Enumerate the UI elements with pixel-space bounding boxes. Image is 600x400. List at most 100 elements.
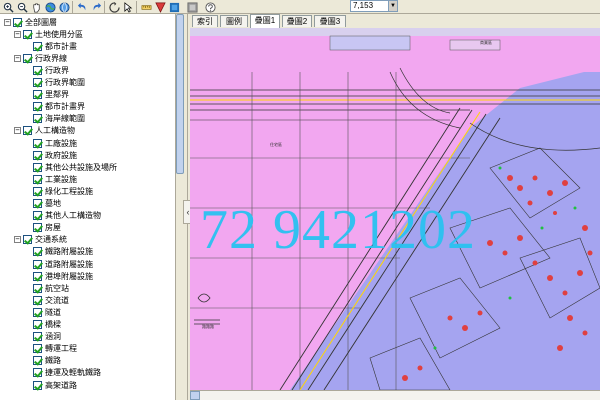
layer-checkbox[interactable] — [33, 102, 42, 112]
layer-checkbox[interactable] — [33, 283, 42, 293]
layer-checkbox[interactable] — [33, 307, 42, 317]
layer-tree-item[interactable]: 工廠設施 — [24, 137, 77, 149]
scroll-left-arrow[interactable] — [190, 391, 200, 400]
layer-tree-item[interactable]: 綠化工程設施 — [24, 185, 93, 197]
identify-icon[interactable] — [168, 1, 180, 13]
undo-icon[interactable] — [76, 1, 88, 13]
map-hscrollbar[interactable] — [190, 390, 600, 400]
layer-checkbox[interactable] — [33, 295, 42, 305]
layer-tree-item[interactable]: − 人工構造物 — [14, 125, 75, 137]
layer-checkbox[interactable] — [33, 199, 42, 208]
layer-checkbox[interactable] — [33, 223, 42, 233]
redo-icon[interactable] — [90, 1, 102, 13]
expand-toggle-icon[interactable]: − — [14, 54, 21, 62]
layers-icon[interactable] — [154, 1, 166, 13]
layer-tree-item[interactable]: 鐵路附屬設施 — [24, 246, 93, 258]
refresh-icon[interactable] — [108, 1, 120, 13]
layer-tree-item[interactable]: 墓地 — [24, 198, 61, 210]
layer-tree-item[interactable]: 都市計畫 — [24, 40, 77, 52]
layer-checkbox[interactable] — [23, 126, 32, 136]
layer-checkbox[interactable] — [23, 29, 32, 39]
layer-tree-item[interactable]: 高架道路 — [24, 379, 77, 391]
layer-checkbox[interactable] — [33, 380, 42, 390]
layer-tree-item[interactable]: − 交通系統 — [14, 234, 67, 246]
chevron-down-icon[interactable]: ▼ — [388, 1, 397, 11]
globe-blue-icon[interactable] — [58, 1, 70, 13]
layer-label: 政府設施 — [45, 150, 77, 160]
tree-scrollbar-thumb[interactable] — [176, 14, 184, 174]
layer-tree-item[interactable]: 工業設施 — [24, 173, 77, 185]
layer-checkbox[interactable] — [33, 332, 42, 342]
expand-toggle-icon[interactable]: − — [14, 30, 21, 38]
layer-tree-item[interactable]: − 全部圖層 — [4, 16, 57, 28]
layer-checkbox[interactable] — [33, 211, 42, 221]
scale-dropdown[interactable]: 7,153 ▼ — [350, 0, 398, 12]
land-label-1: 住宅區 — [270, 141, 282, 147]
layer-tree-item[interactable]: 行政界範圍 — [24, 77, 85, 89]
layer-tree-item[interactable]: 都市計畫界 — [24, 101, 85, 113]
layer-checkbox[interactable] — [23, 235, 32, 245]
map-canvas[interactable]: 住宅區 商業區 路路路 72 9421202 — [190, 28, 600, 390]
layer-tree-item[interactable]: 海岸線範圍 — [24, 113, 85, 125]
tab-overlay-3[interactable]: 疊圖3 — [314, 15, 346, 27]
zoom-out-icon[interactable] — [16, 1, 28, 13]
layer-label: 鐵路附屬設施 — [45, 247, 93, 257]
layer-tree-item[interactable]: 航空站 — [24, 282, 69, 294]
layer-tree-item[interactable]: 轉運工程 — [24, 343, 77, 355]
tab-legend[interactable]: 圖例 — [220, 15, 248, 27]
layer-tree-item[interactable]: 橋樑 — [24, 319, 61, 331]
layer-tree-item[interactable]: 政府設施 — [24, 149, 77, 161]
layer-tree-item[interactable]: 道路附屬設施 — [24, 258, 93, 270]
layer-tree-item[interactable]: 房屋 — [24, 222, 61, 234]
select-icon[interactable] — [122, 1, 134, 13]
tab-overlay-1[interactable]: 疊圖1 — [250, 14, 280, 28]
layer-checkbox[interactable] — [33, 150, 42, 160]
expand-toggle-icon[interactable]: − — [14, 127, 21, 135]
layer-checkbox[interactable] — [33, 41, 42, 51]
layer-checkbox[interactable] — [33, 356, 42, 366]
layer-tree-item[interactable]: 捷運及輕軌鐵路 — [24, 367, 101, 379]
tab-index[interactable]: 索引 — [192, 15, 218, 27]
layer-label: 全部圖層 — [25, 17, 57, 27]
layer-tree-item[interactable]: 隧道 — [24, 306, 61, 318]
layer-tree-item[interactable]: 涵洞 — [24, 331, 61, 343]
pan-icon[interactable] — [30, 1, 42, 13]
layer-tree-item[interactable]: 其他人工構造物 — [24, 210, 101, 222]
layer-checkbox[interactable] — [33, 186, 42, 196]
layer-checkbox[interactable] — [33, 65, 42, 75]
layer-tree-item[interactable]: − 土地使用分區 — [14, 28, 83, 40]
layer-label: 行政界範圍 — [45, 78, 85, 87]
layer-tree-item[interactable]: − 行政界線 — [14, 52, 67, 64]
road-label: 路路路 — [202, 323, 214, 329]
layer-checkbox[interactable] — [33, 114, 42, 124]
layer-checkbox[interactable] — [33, 259, 42, 269]
layer-tree-item[interactable]: 里鄰界 — [24, 89, 69, 101]
layer-tree-item[interactable]: 行政界 — [24, 64, 69, 76]
layer-checkbox[interactable] — [33, 344, 42, 354]
tree-scrollbar[interactable] — [176, 14, 184, 184]
layer-checkbox[interactable] — [33, 320, 42, 329]
globe-icon[interactable] — [44, 1, 56, 13]
layer-checkbox[interactable] — [33, 247, 42, 257]
layer-checkbox[interactable] — [33, 90, 42, 100]
layer-checkbox[interactable] — [23, 53, 32, 63]
layer-tree-item[interactable]: 港埠附屬設施 — [24, 270, 93, 282]
layer-checkbox[interactable] — [13, 17, 22, 27]
zoom-in-icon[interactable] — [2, 1, 14, 13]
expand-toggle-icon[interactable]: − — [14, 236, 21, 244]
layer-checkbox[interactable] — [33, 368, 42, 378]
layer-tree-item[interactable]: 交流道 — [24, 294, 69, 306]
layer-checkbox[interactable] — [33, 162, 42, 172]
layer-label: 高架道路 — [45, 380, 77, 390]
layer-checkbox[interactable] — [33, 271, 42, 281]
tab-overlay-2[interactable]: 疊圖2 — [282, 15, 312, 27]
print-icon[interactable] — [186, 1, 198, 13]
layer-tree-item[interactable]: 鐵路 — [24, 355, 61, 367]
layer-tree-item[interactable]: 其他公共設施及場所 — [24, 161, 117, 173]
layer-checkbox[interactable] — [33, 78, 42, 87]
layer-checkbox[interactable] — [33, 174, 42, 184]
layer-checkbox[interactable] — [33, 138, 42, 148]
measure-icon[interactable] — [140, 1, 152, 13]
help-icon[interactable] — [204, 1, 216, 13]
expand-toggle-icon[interactable]: − — [4, 18, 11, 26]
